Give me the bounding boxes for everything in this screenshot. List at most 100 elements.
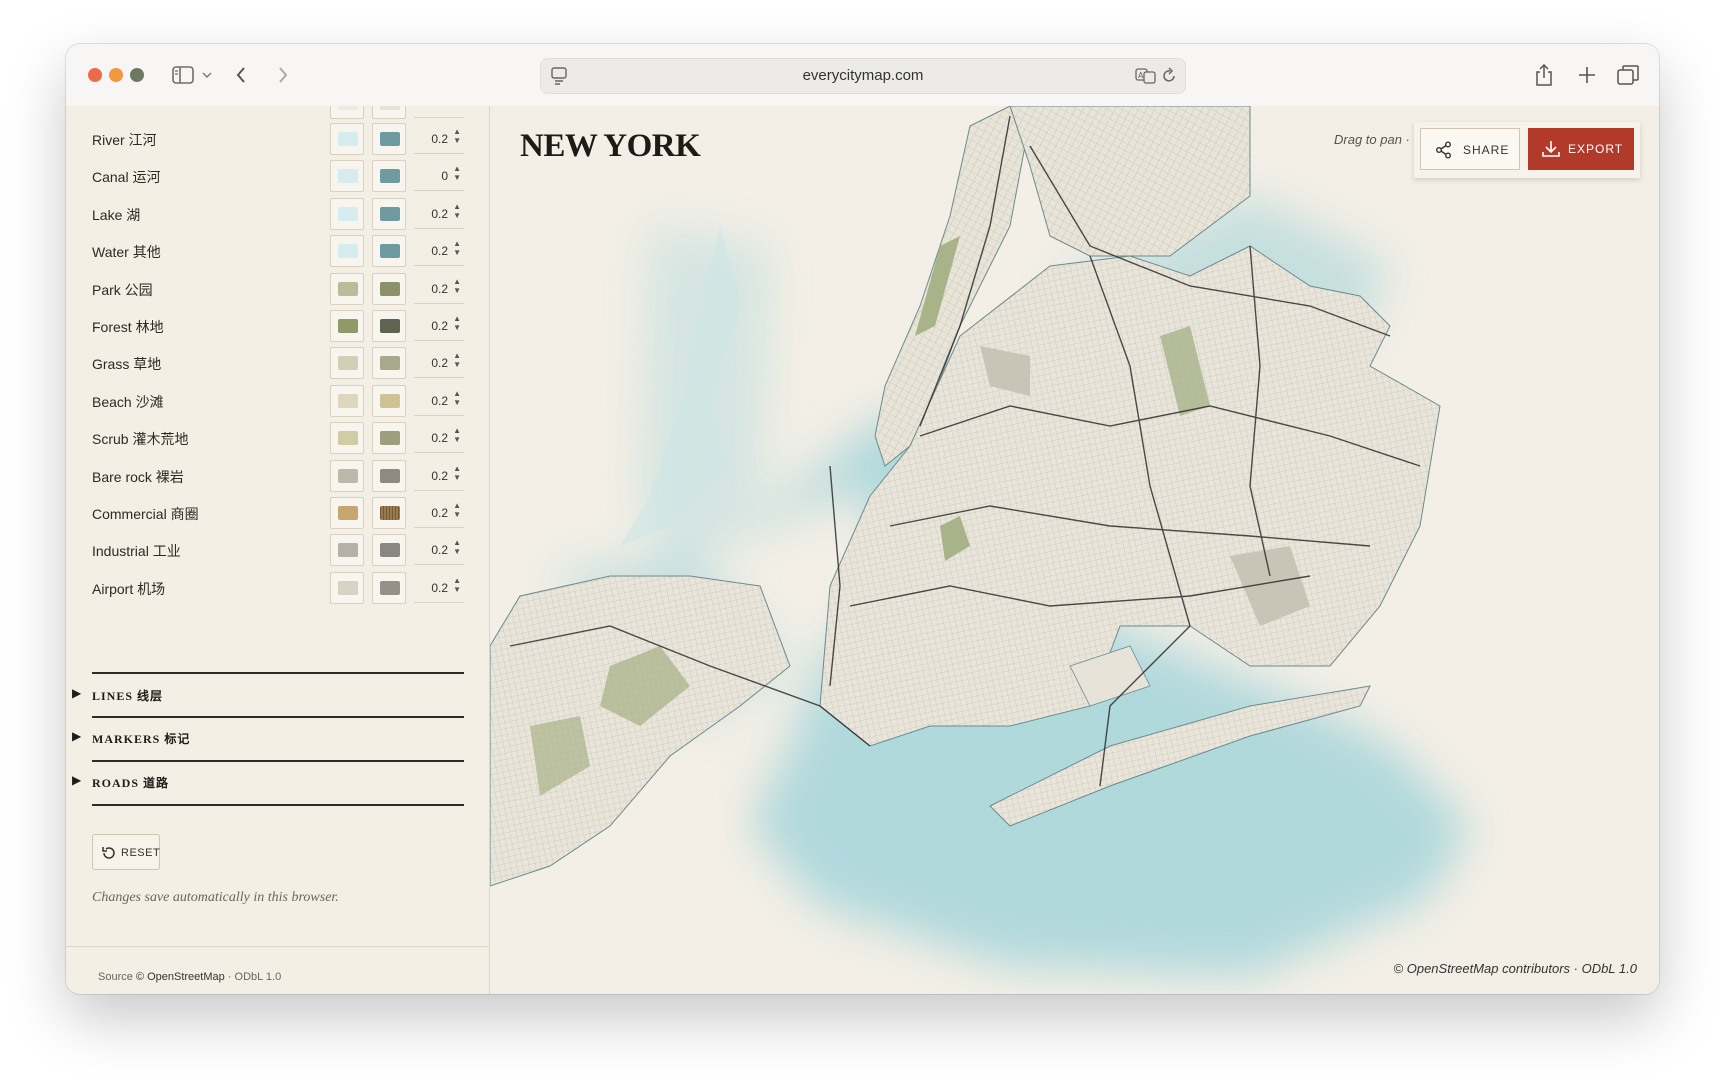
land-outline-swatch[interactable] — [372, 106, 406, 119]
stepper-icon[interactable]: ▲ ▼ — [453, 426, 461, 444]
beach-stroke-color-swatch[interactable] — [372, 384, 406, 417]
section-lines[interactable]: ▶ LINES 线层 — [72, 683, 472, 707]
river-opacity-input[interactable]: 0.2 ▲ ▼ — [414, 123, 464, 154]
grass-stroke-color-swatch[interactable] — [372, 347, 406, 380]
layer-row-grass: Grass 草地 0.2 ▲ ▼ — [66, 344, 489, 382]
bare-stroke-color-swatch[interactable] — [372, 459, 406, 492]
divider — [92, 804, 464, 806]
grass-fill-color-swatch[interactable] — [330, 347, 364, 380]
river-fill-color-swatch[interactable] — [330, 123, 364, 155]
scrub-stroke-color-swatch[interactable] — [372, 422, 406, 455]
tab-overview-button[interactable] — [1616, 62, 1640, 88]
lake-fill-color-swatch[interactable] — [330, 197, 364, 230]
stepper-icon[interactable]: ▲ ▼ — [453, 576, 461, 594]
stepper-icon[interactable]: ▲ ▼ — [453, 314, 461, 332]
url-text: everycitymap.com — [802, 67, 924, 84]
airport-opacity-input[interactable]: 0.2 ▲ ▼ — [414, 572, 464, 603]
layer-row-forest: Forest 林地 0.2 ▲ ▼ — [66, 307, 489, 345]
reload-icon[interactable] — [1161, 67, 1177, 85]
layer-label: Scrub 灌木荒地 — [92, 431, 189, 448]
scrub-opacity-input[interactable]: 0.2 ▲ ▼ — [414, 422, 464, 454]
park-stroke-color-swatch[interactable] — [372, 272, 406, 305]
stepper-icon[interactable]: ▲ ▼ — [453, 127, 461, 145]
opacity-value: 0.2 — [431, 506, 448, 520]
divider — [92, 672, 464, 674]
sidebar-footer: Source © OpenStreetMap · ODbL 1.0 — [66, 946, 489, 994]
layer-row-beach: Beach 沙滩 0.2 ▲ ▼ — [66, 382, 489, 420]
stepper-icon[interactable]: ▲ ▼ — [453, 351, 461, 369]
address-bar[interactable]: everycitymap.com A — [540, 58, 1186, 94]
chevron-left-icon — [236, 67, 245, 83]
commercial-stroke-color-swatch[interactable] — [372, 497, 406, 529]
stepper-icon[interactable]: ▲ ▼ — [453, 164, 461, 182]
commercial-fill-color-swatch[interactable] — [330, 497, 364, 529]
share-page-button[interactable] — [1532, 62, 1556, 88]
industrial-opacity-input[interactable]: 0.2 ▲ ▼ — [414, 534, 464, 566]
layer-row-lake: Lake 湖 0.2 ▲ ▼ — [66, 195, 489, 233]
layer-label: Bare rock 裸岩 — [92, 468, 184, 485]
land-color-swatch[interactable] — [330, 106, 364, 119]
layer-label: Airport 机场 — [92, 580, 166, 597]
section-roads[interactable]: ▶ ROADS 道路 — [72, 770, 472, 794]
sidebar-toggle-button[interactable] — [170, 62, 196, 88]
export-button[interactable]: EXPORT — [1528, 128, 1634, 170]
bare-fill-color-swatch[interactable] — [330, 459, 364, 492]
canal-fill-color-swatch[interactable] — [330, 160, 364, 193]
commercial-opacity-input[interactable]: 0.2 ▲ ▼ — [414, 497, 464, 528]
stepper-icon[interactable]: ▲ ▼ — [453, 464, 461, 482]
fill-color-chip — [338, 206, 358, 221]
beach-opacity-input[interactable]: 0.2 ▲ ▼ — [414, 385, 464, 416]
land-opacity-input[interactable] — [414, 106, 464, 118]
stepper-icon[interactable]: ▲ ▼ — [453, 501, 461, 519]
layer-row-canal: Canal 运河 0 ▲ ▼ — [66, 157, 489, 195]
close-window-button[interactable] — [88, 68, 102, 82]
map-graphic[interactable] — [490, 106, 1659, 994]
zoom-window-button[interactable] — [130, 68, 144, 82]
lake-stroke-color-swatch[interactable] — [372, 197, 406, 230]
forward-button[interactable] — [274, 62, 292, 88]
stroke-color-chip — [380, 206, 400, 221]
park-opacity-input[interactable]: 0.2 ▲ ▼ — [414, 273, 464, 304]
park-fill-color-swatch[interactable] — [330, 272, 364, 305]
layer-row-water: Water 其他 0.2 ▲ ▼ — [66, 232, 489, 270]
back-button[interactable] — [232, 62, 250, 88]
industrial-stroke-color-swatch[interactable] — [372, 534, 406, 567]
scrub-fill-color-swatch[interactable] — [330, 422, 364, 455]
stepper-icon[interactable]: ▲ ▼ — [453, 277, 461, 295]
fill-color-chip — [338, 506, 358, 520]
beach-fill-color-swatch[interactable] — [330, 384, 364, 417]
osm-link[interactable]: © OpenStreetMap — [136, 971, 225, 983]
divider — [92, 760, 464, 762]
airport-fill-color-swatch[interactable] — [330, 571, 364, 604]
water-opacity-input[interactable]: 0.2 ▲ ▼ — [414, 235, 464, 267]
minimize-window-button[interactable] — [109, 68, 123, 82]
canal-stroke-color-swatch[interactable] — [372, 160, 406, 193]
canal-opacity-input[interactable]: 0 ▲ ▼ — [414, 160, 464, 192]
forest-opacity-input[interactable]: 0.2 ▲ ▼ — [414, 310, 464, 341]
lake-opacity-input[interactable]: 0.2 ▲ ▼ — [414, 198, 464, 229]
section-roads-label: ROADS 道路 — [92, 776, 170, 790]
tab-group-menu-button[interactable] — [200, 62, 214, 88]
forest-stroke-color-swatch[interactable] — [372, 310, 406, 342]
forest-fill-color-swatch[interactable] — [330, 310, 364, 342]
stroke-color-chip — [380, 468, 400, 483]
bare-opacity-input[interactable]: 0.2 ▲ ▼ — [414, 460, 464, 491]
stepper-icon[interactable]: ▲ ▼ — [453, 202, 461, 220]
water-stroke-color-swatch[interactable] — [372, 235, 406, 268]
new-tab-button[interactable] — [1576, 62, 1598, 88]
layer-label: Forest 林地 — [92, 319, 164, 335]
stepper-icon[interactable]: ▲ ▼ — [453, 239, 461, 257]
grass-opacity-input[interactable]: 0.2 ▲ ▼ — [414, 347, 464, 379]
water-fill-color-swatch[interactable] — [330, 235, 364, 268]
stepper-icon[interactable]: ▲ ▼ — [453, 389, 461, 407]
map-canvas[interactable]: NEW YORK Drag to pan · SHARE EXPORT © Op… — [490, 106, 1659, 994]
section-markers[interactable]: ▶ MARKERS 标记 — [72, 726, 472, 750]
industrial-fill-color-swatch[interactable] — [330, 534, 364, 567]
translate-icon[interactable]: A — [1135, 67, 1157, 85]
share-button[interactable]: SHARE — [1420, 128, 1520, 170]
stroke-color-chip — [380, 393, 400, 408]
stepper-icon[interactable]: ▲ ▼ — [453, 538, 461, 556]
river-stroke-color-swatch[interactable] — [372, 123, 406, 155]
airport-stroke-color-swatch[interactable] — [372, 571, 406, 604]
reset-button[interactable]: RESET — [92, 834, 160, 870]
